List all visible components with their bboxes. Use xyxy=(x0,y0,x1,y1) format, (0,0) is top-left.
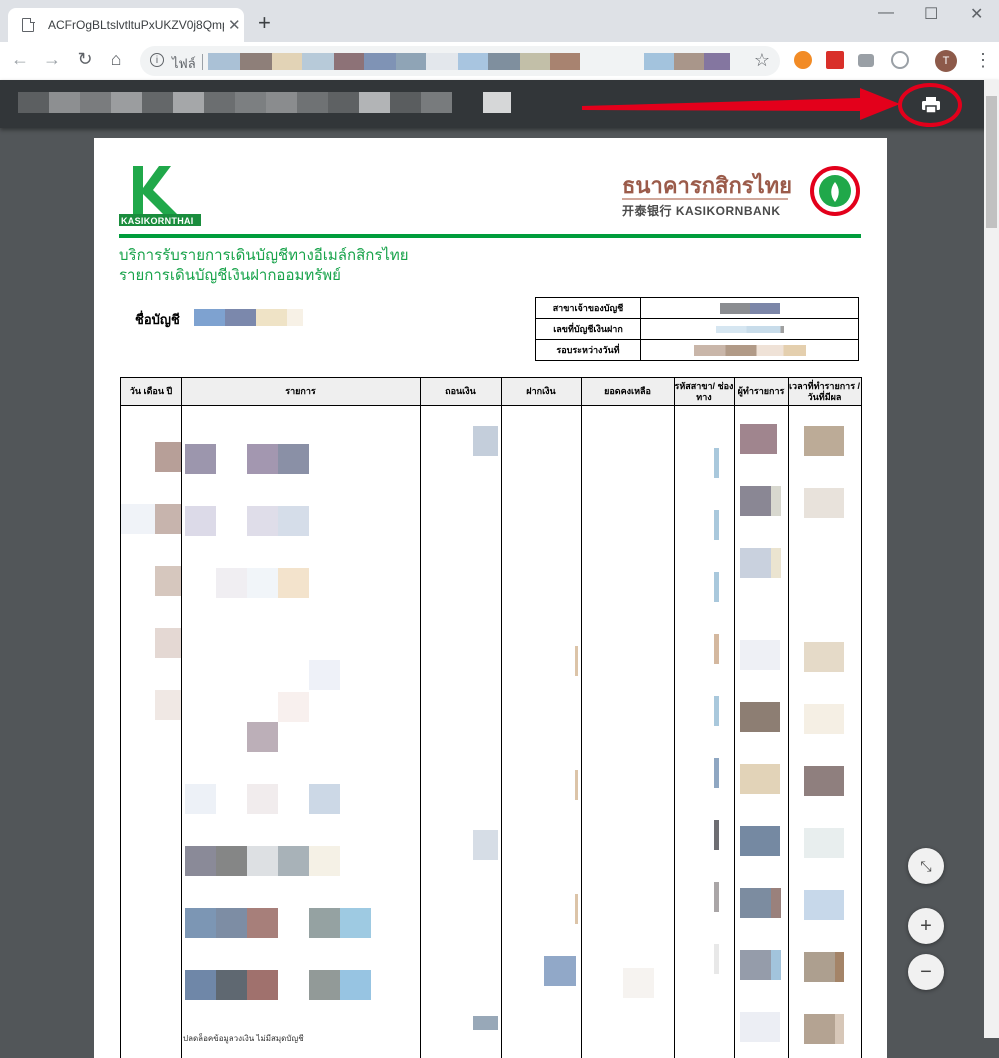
pdf-page: KASIKORNTHAI ธนาคารกสิกรไทย 开泰银行 KASIKOR… xyxy=(94,138,887,1058)
fit-to-page-button[interactable]: ⤡ xyxy=(908,848,944,884)
printer-icon[interactable] xyxy=(917,91,945,119)
omnibox-scheme-label: ไฟล์ xyxy=(172,56,196,71)
document-icon xyxy=(22,17,35,32)
column-divider xyxy=(501,378,502,1058)
period-label: รอบระหว่างวันที่ xyxy=(535,339,641,361)
info-icon[interactable]: i xyxy=(150,53,164,67)
extension-icon-red[interactable] xyxy=(826,51,844,69)
account-number-label: เลขที่บัญชีเงินฝาก xyxy=(535,318,641,340)
profile-avatar[interactable]: T xyxy=(935,50,957,72)
col-header-date: วัน เดือน ปี xyxy=(129,386,173,396)
branch-label: สาขาเจ้าของบัญชี xyxy=(535,297,641,319)
omnibox-separator xyxy=(202,54,203,70)
close-window-button[interactable]: ✕ xyxy=(970,4,983,24)
header-divider xyxy=(119,234,861,238)
col-header-withdrawal: ถอนเงิน xyxy=(445,386,476,396)
account-number-value xyxy=(640,318,859,340)
col-header-operator: ผู้ทำรายการ xyxy=(737,386,785,396)
column-divider xyxy=(734,378,735,1058)
branch-value xyxy=(640,297,859,319)
tab-title: ACFrOgBLtslvtltuPxUKZV0j8Qmp xyxy=(48,18,224,32)
browser-menu-icon[interactable]: ⋮ xyxy=(974,50,992,71)
browser-tab[interactable]: ACFrOgBLtslvtltuPxUKZV0j8Qmp ✕ xyxy=(8,8,244,42)
back-button[interactable]: ← xyxy=(8,49,32,70)
col-header-branch-channel: รหัสสาขา/ ช่องทาง xyxy=(674,380,734,402)
col-header-description: รายการ xyxy=(285,386,316,396)
zoom-out-button[interactable]: − xyxy=(908,954,944,990)
tab-close-icon[interactable]: ✕ xyxy=(228,16,241,34)
period-value xyxy=(640,339,859,361)
partial-row-text: ปลดล็อคข้อมูลวงเงิน ไม่มีสมุดบัญชี xyxy=(183,1034,304,1043)
col-header-balance: ยอดคงเหลือ xyxy=(604,386,651,396)
scrollbar-thumb[interactable] xyxy=(986,96,997,228)
bookmark-star-icon[interactable]: ☆ xyxy=(754,50,770,71)
new-tab-button[interactable]: + xyxy=(258,10,271,36)
annotation-arrow xyxy=(582,88,900,120)
reload-button[interactable]: ↻ xyxy=(73,49,97,70)
home-button[interactable]: ⌂ xyxy=(104,49,128,70)
logo-text: KASIKORNTHAI xyxy=(121,216,194,226)
transaction-table: วัน เดือน ปี รายการ ถอนเงิน ฝากเงิน ยอดค… xyxy=(120,377,862,1058)
extension-icon-orange[interactable] xyxy=(794,51,812,69)
col-header-deposit: ฝากเงิน xyxy=(526,386,556,396)
extension-icon-gray[interactable] xyxy=(891,51,909,69)
column-divider xyxy=(581,378,582,1058)
statement-type: รายการเดินบัญชีเงินฝากออมทรัพย์ xyxy=(119,267,341,284)
zoom-in-button[interactable]: + xyxy=(908,908,944,944)
camera-icon[interactable] xyxy=(858,54,874,67)
maximize-button[interactable]: ☐ xyxy=(924,4,938,24)
column-divider xyxy=(181,378,182,1058)
browser-toolbar: ← → ↻ ⌂ i ไฟล์ ☆ T ⋮ xyxy=(0,42,999,81)
kasikornbank-seal-icon xyxy=(810,166,860,216)
brand-divider xyxy=(622,198,788,200)
column-divider xyxy=(420,378,421,1058)
minimize-button[interactable]: — xyxy=(878,4,894,22)
tab-strip: ACFrOgBLtslvtltuPxUKZV0j8Qmp ✕ + — ☐ ✕ xyxy=(0,0,999,42)
col-header-time: เวลาที่ทำรายการ / วันที่มีผล xyxy=(788,380,861,402)
column-divider xyxy=(788,378,789,1058)
forward-button[interactable]: → xyxy=(40,49,64,70)
column-divider xyxy=(674,378,675,1058)
account-name-label: ชื่อบัญชี xyxy=(135,312,180,327)
bank-name-english: 开泰银行 KASIKORNBANK xyxy=(622,204,781,218)
address-bar[interactable]: i ไฟล์ ☆ xyxy=(140,46,780,76)
account-info-table: สาขาเจ้าของบัญชี เลขที่บัญชีเงินฝาก รอบร… xyxy=(535,297,859,361)
